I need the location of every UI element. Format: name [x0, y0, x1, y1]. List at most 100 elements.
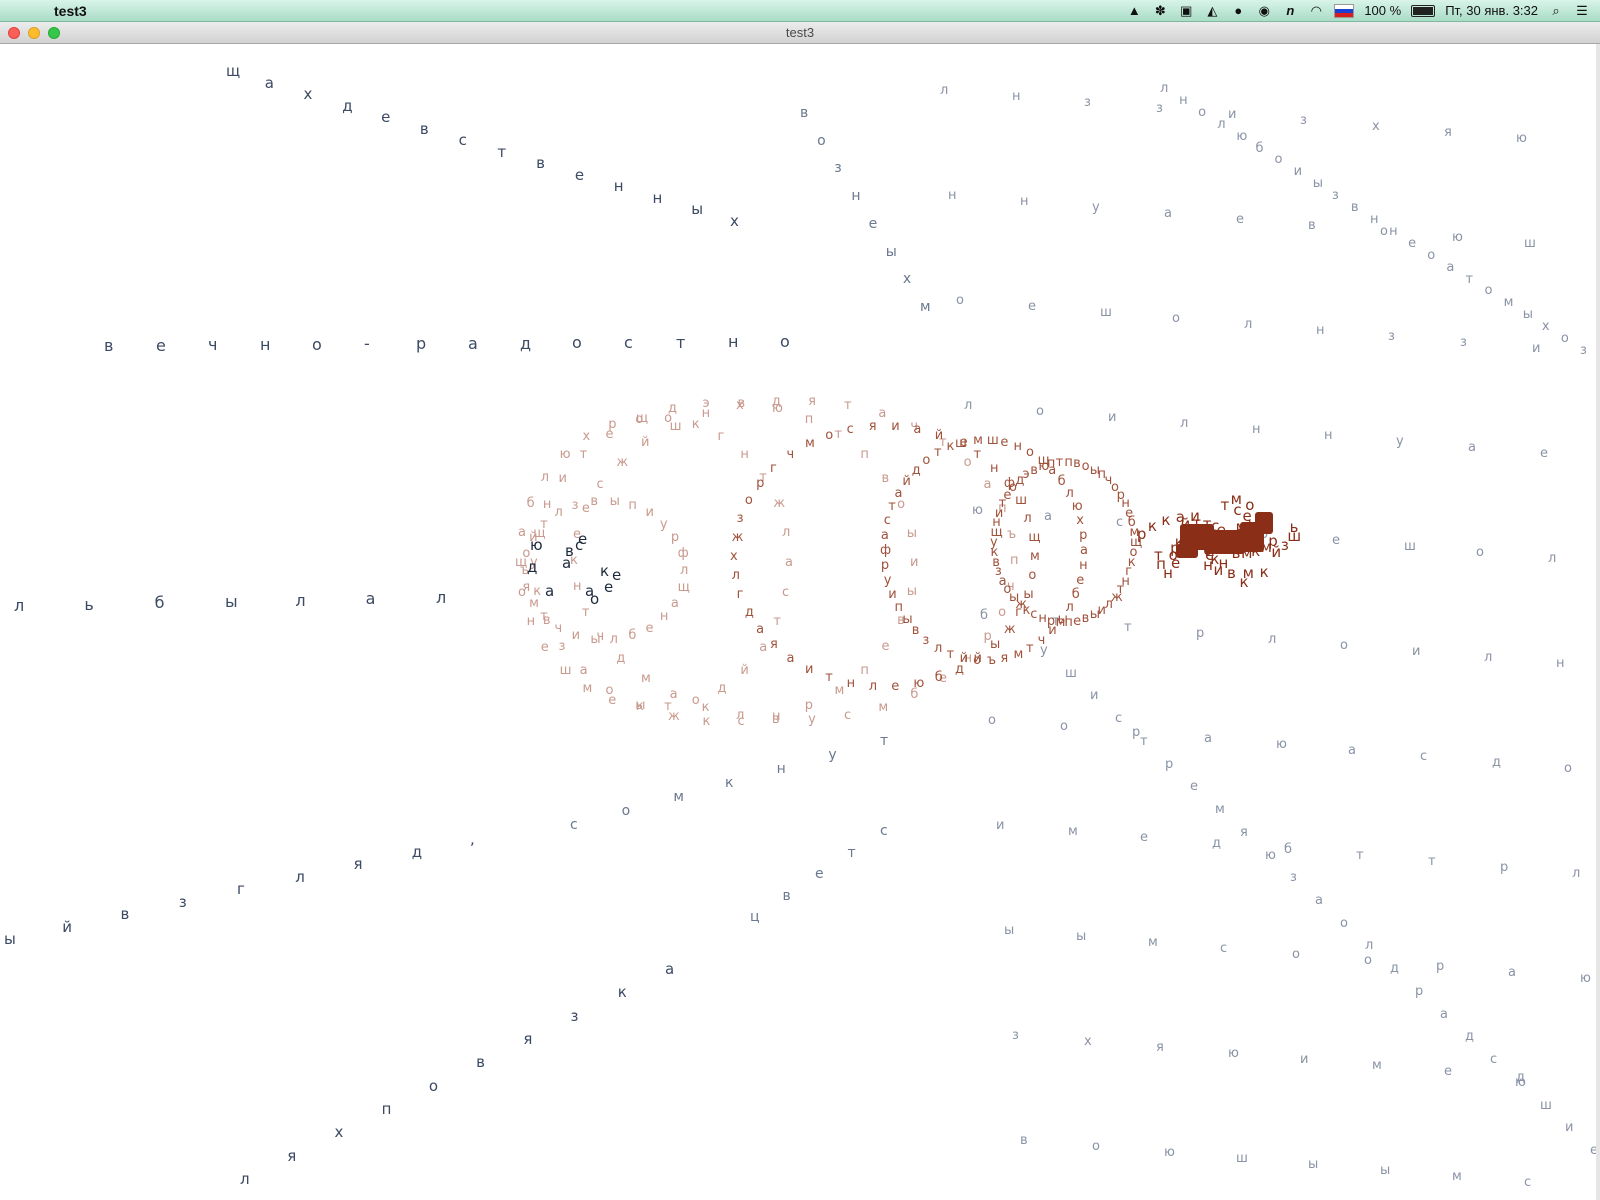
cluster-letter: ю [530, 536, 543, 554]
fan-letter: е [1236, 212, 1244, 227]
cluster-letter: а [562, 554, 572, 572]
fan-letter: н [1020, 194, 1029, 209]
bell-icon[interactable]: ◭ [1204, 3, 1220, 19]
ring-letter: в [1081, 611, 1090, 627]
ring-letter: ы [635, 698, 646, 714]
ring-letter: о [1081, 458, 1090, 474]
swarm-letter: е [1171, 553, 1181, 572]
ring-letter: п [1046, 456, 1056, 472]
ring-letter: ф [880, 543, 892, 558]
fan-letter: а [1348, 743, 1356, 758]
paw-icon[interactable]: ✽ [1152, 3, 1168, 19]
search-icon[interactable]: ⌕ [1548, 3, 1564, 19]
ring-letter: в [542, 612, 551, 628]
menu-bar: test3 ▲ ✽ ▣ ◭ ● ◉ n ◠ 100 % Пт, 30 янв. … [0, 0, 1600, 22]
fan-letter: с [1420, 749, 1428, 764]
ring-letter: т [844, 397, 852, 413]
google-drive-icon[interactable]: ▲ [1126, 3, 1142, 19]
russian-flag-icon[interactable] [1334, 3, 1355, 18]
phrase-letter: о [572, 333, 582, 353]
fan-letter: з [1084, 95, 1091, 110]
phrase-letter: а [665, 960, 675, 978]
fan-letter: м [1068, 824, 1078, 839]
ring-letter: п [894, 600, 904, 616]
phrase-letter: ы [1522, 307, 1533, 323]
ring-letter: т [888, 499, 896, 515]
ring-letter: я [808, 393, 816, 409]
phrase-letter: р [1415, 983, 1424, 999]
swarm-blob [1205, 530, 1245, 554]
phrase-letter: л [240, 1170, 250, 1188]
phrase-letter: х [1541, 319, 1550, 335]
fan-letter: и [996, 818, 1005, 833]
ring-letter: о [635, 411, 644, 427]
fan-letter: м [1148, 935, 1158, 950]
ring-letter: ш [559, 662, 572, 678]
ring-letter: й [740, 662, 749, 678]
app-window: test3 щахдевственныхвечно-радостнольбыла… [0, 22, 1600, 1200]
ring-letter: ж [668, 708, 680, 724]
n-icon[interactable]: n [1282, 3, 1298, 19]
phrase-letter: е [1190, 779, 1198, 795]
ring-letter: д [717, 680, 727, 696]
ring-letter: о [605, 682, 614, 698]
fan-letter: т [1356, 848, 1364, 863]
car-icon[interactable]: ◉ [1256, 3, 1272, 19]
fan-letter: о [956, 293, 964, 308]
phrase-letter: л [1217, 116, 1226, 132]
ring-letter: о [963, 454, 972, 470]
clipboard-icon[interactable]: ▣ [1178, 3, 1194, 19]
ring-letter: п [1010, 553, 1019, 568]
clock[interactable]: Пт, 30 янв. 3:32 [1445, 3, 1538, 18]
ring-letter: м [973, 433, 983, 449]
fan-letter: н [1556, 656, 1565, 671]
ring-letter: а [759, 640, 768, 656]
phrase-letter: ы [885, 243, 897, 260]
fan-letter: а [1468, 440, 1476, 455]
fan-letter: л [940, 83, 949, 98]
ring-letter: п [628, 497, 637, 513]
ring-letter: л [1065, 485, 1074, 501]
fan-letter: ю [1164, 1145, 1175, 1160]
ring-letter: х [730, 549, 738, 564]
fan-letter: х [1372, 119, 1380, 134]
ring-letter: т [973, 447, 982, 463]
app-name-menu[interactable]: test3 [54, 3, 87, 19]
battery-percent[interactable]: 100 % [1364, 3, 1401, 18]
ring-letter: ф [677, 546, 689, 562]
ring-letter: м [640, 670, 651, 686]
fan-letter: ы [1076, 929, 1087, 944]
ring-letter: ч [1037, 632, 1046, 648]
fan-letter: л [1244, 317, 1253, 332]
wifi-icon[interactable]: ◠ [1308, 3, 1324, 19]
phrase-letter: в [419, 119, 429, 138]
fan-letter: о [1340, 638, 1348, 653]
list-icon[interactable]: ☰ [1574, 3, 1590, 19]
phrase-letter: ы [4, 930, 16, 948]
swarm-letter: р [1136, 524, 1147, 543]
fan-letter: н [1316, 323, 1325, 338]
ring-letter: т [834, 427, 843, 443]
ring-letter: в [1030, 462, 1038, 478]
phrase-letter: а [264, 73, 274, 92]
phrase-letter: н [1370, 212, 1379, 227]
ring-letter: ю [913, 675, 925, 691]
alien-icon[interactable]: ● [1230, 3, 1246, 19]
fan-letter: е [1444, 1064, 1452, 1079]
ring-letter: б [1057, 473, 1066, 489]
phrase-letter: о [780, 332, 790, 351]
phrase-letter: о [1198, 104, 1207, 120]
battery-icon[interactable] [1411, 4, 1436, 17]
swarm-letter: к [1147, 516, 1157, 535]
cluster-letter: с [575, 536, 584, 554]
window-titlebar[interactable]: test3 [0, 22, 1600, 44]
ring-letter: з [922, 632, 930, 648]
phrase-letter: я [1240, 824, 1248, 840]
ring-letter: с [1030, 607, 1038, 623]
phrase-letter: т [497, 142, 507, 161]
phrase-letter: т [676, 332, 686, 352]
fan-letter: ш [1100, 305, 1112, 320]
fan-letter: в [1308, 218, 1316, 233]
ring-letter: г [770, 460, 777, 476]
phrase-letter: е [815, 866, 824, 882]
